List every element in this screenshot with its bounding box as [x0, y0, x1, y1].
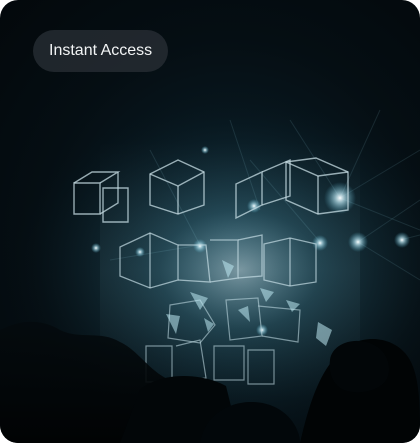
hero-image-card: Instant Access	[0, 0, 420, 443]
instant-access-badge: Instant Access	[33, 30, 169, 72]
badge-label: Instant Access	[49, 42, 153, 59]
